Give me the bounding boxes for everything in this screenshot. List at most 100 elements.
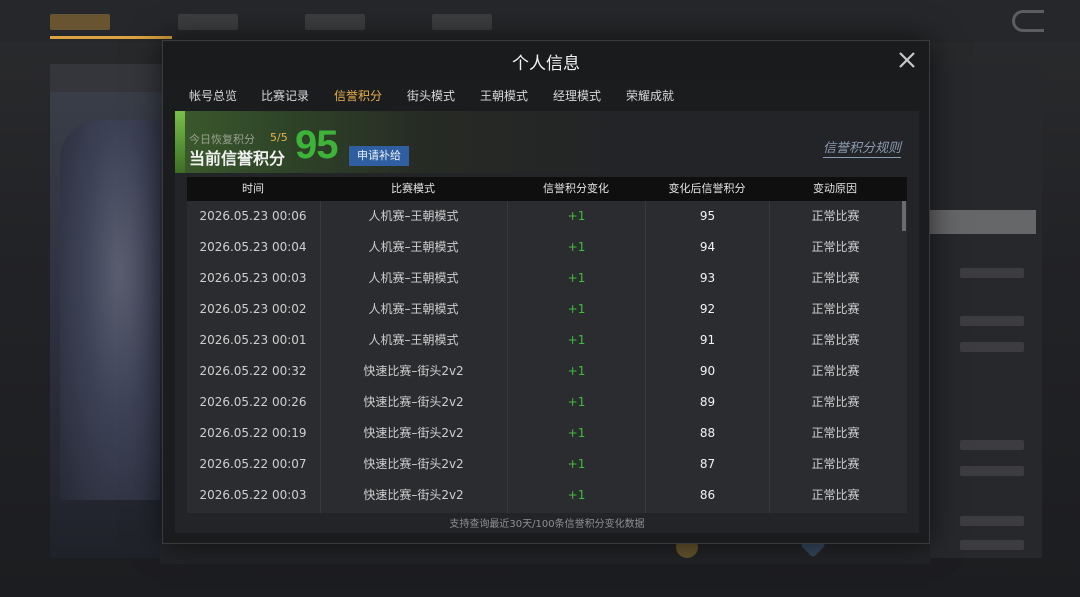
tab-manager-mode[interactable]: 经理模式 <box>553 85 601 111</box>
table-row: 2026.05.22 00:07 快速比赛–街头2v2 +1 87 正常比赛 <box>187 449 901 480</box>
cell-reason: 正常比赛 <box>811 333 860 347</box>
cell-mode: 快速比赛–街头2v2 <box>363 457 464 471</box>
table-row: 2026.05.23 00:04 人机赛–王朝模式 +1 94 正常比赛 <box>187 232 901 263</box>
cell-change: +1 <box>567 333 586 347</box>
cell-mode: 快速比赛–街头2v2 <box>363 395 464 409</box>
cell-change: +1 <box>567 364 586 378</box>
header-change: 信誉积分变化 <box>543 182 609 195</box>
cell-mode: 快速比赛–街头2v2 <box>363 364 464 378</box>
cell-time: 2026.05.22 00:07 <box>199 457 307 471</box>
table-header: 时间 比赛模式 信誉积分变化 变化后信誉积分 变动原因 <box>187 177 907 201</box>
tab-match-records[interactable]: 比赛记录 <box>261 85 309 111</box>
apply-supply-button[interactable]: 申请补给 <box>349 146 409 166</box>
header-mode: 比赛模式 <box>391 182 435 195</box>
background-value <box>960 440 1024 450</box>
table-row: 2026.05.23 00:02 人机赛–王朝模式 +1 92 正常比赛 <box>187 294 901 325</box>
cell-change: +1 <box>567 395 586 409</box>
cell-time: 2026.05.23 00:01 <box>199 333 307 347</box>
cell-mode: 人机赛–王朝模式 <box>368 240 459 254</box>
credit-banner: 今日恢复积分 5/5 当前信誉积分 95 申请补给 信誉积分规则 <box>175 111 919 173</box>
background-left-header <box>50 64 162 92</box>
personal-info-modal: 个人信息 帐号总览 比赛记录 信誉积分 街头模式 王朝模式 经理模式 荣耀成就 … <box>162 40 930 544</box>
cell-reason: 正常比赛 <box>811 457 860 471</box>
background-right-panel <box>930 64 1042 558</box>
cell-after-score: 93 <box>699 271 716 285</box>
background-tab <box>305 14 365 30</box>
background-tab-underline <box>50 36 172 39</box>
cell-mode: 人机赛–王朝模式 <box>368 302 459 316</box>
cell-time: 2026.05.22 00:32 <box>199 364 307 378</box>
background-value <box>960 342 1024 352</box>
cell-change: +1 <box>567 457 586 471</box>
cell-reason: 正常比赛 <box>811 364 860 378</box>
cell-mode: 人机赛–王朝模式 <box>368 271 459 285</box>
cell-time: 2026.05.23 00:04 <box>199 240 307 254</box>
cell-time: 2026.05.22 00:03 <box>199 488 307 502</box>
cell-reason: 正常比赛 <box>811 209 860 223</box>
cell-reason: 正常比赛 <box>811 240 860 254</box>
cell-after-score: 88 <box>699 426 716 440</box>
modal-title: 个人信息 <box>512 54 580 74</box>
tab-account-overview[interactable]: 帐号总览 <box>189 85 237 111</box>
close-button[interactable] <box>898 51 916 69</box>
cell-time: 2026.05.23 00:03 <box>199 271 307 285</box>
credit-history-table: 2026.05.23 00:06 人机赛–王朝模式 +1 95 正常比赛 2026.05.… <box>187 201 907 513</box>
cell-change: +1 <box>567 271 586 285</box>
background-value <box>960 316 1024 326</box>
tab-dynasty-mode[interactable]: 王朝模式 <box>480 85 528 111</box>
cell-time: 2026.05.23 00:06 <box>199 209 307 223</box>
back-arrow-icon <box>1012 10 1044 32</box>
background-value <box>960 466 1024 476</box>
header-reason: 变动原因 <box>813 182 857 195</box>
cell-change: +1 <box>567 426 586 440</box>
tab-credit-score[interactable]: 信誉积分 <box>327 85 389 113</box>
cell-reason: 正常比赛 <box>811 395 860 409</box>
table-row: 2026.05.22 00:32 快速比赛–街头2v2 +1 90 正常比赛 <box>187 356 901 387</box>
cell-after-score: 90 <box>699 364 716 378</box>
banner-accent-stripe <box>175 111 185 173</box>
cell-time: 2026.05.22 00:19 <box>199 426 307 440</box>
table-row: 2026.05.22 00:19 快速比赛–街头2v2 +1 88 正常比赛 <box>187 418 901 449</box>
cell-after-score: 92 <box>699 302 716 316</box>
table-row: 2026.05.23 00:01 人机赛–王朝模式 +1 91 正常比赛 <box>187 325 901 356</box>
background-player-image <box>60 120 160 500</box>
query-limit-note: 支持查询最近30天/100条信誉积分变化数据 <box>449 519 645 530</box>
cell-time: 2026.05.23 00:02 <box>199 302 307 316</box>
current-credit-score: 95 <box>295 123 338 167</box>
cell-after-score: 89 <box>699 395 716 409</box>
table-row: 2026.05.23 00:03 人机赛–王朝模式 +1 93 正常比赛 <box>187 263 901 294</box>
credit-rules-link[interactable]: 信誉积分规则 <box>823 141 902 158</box>
cell-mode: 人机赛–王朝模式 <box>368 333 459 347</box>
background-value <box>960 540 1024 550</box>
background-tab <box>432 14 492 30</box>
tab-street-mode[interactable]: 街头模式 <box>407 85 455 111</box>
tab-honor-achievements[interactable]: 荣耀成就 <box>626 85 674 111</box>
scrollbar-thumb[interactable] <box>902 201 906 231</box>
cell-after-score: 95 <box>699 209 716 223</box>
current-credit-label: 当前信誉积分 <box>189 149 286 168</box>
cell-change: +1 <box>567 240 586 254</box>
cell-after-score: 87 <box>699 457 716 471</box>
table-row: 2026.05.22 00:03 快速比赛–街头2v2 +1 86 正常比赛 <box>187 480 901 511</box>
credit-score-panel: 今日恢复积分 5/5 当前信誉积分 95 申请补给 信誉积分规则 时间 比赛模式… <box>175 111 919 533</box>
header-time: 时间 <box>242 182 264 195</box>
cell-reason: 正常比赛 <box>811 426 860 440</box>
background-value <box>960 268 1024 278</box>
background-tab <box>50 14 110 30</box>
cell-reason: 正常比赛 <box>811 271 860 285</box>
cell-mode: 快速比赛–街头2v2 <box>363 426 464 440</box>
table-scrollbar[interactable] <box>901 201 907 513</box>
background-highlight-row <box>930 210 1036 234</box>
modal-header: 个人信息 <box>163 41 929 79</box>
background-tab <box>178 14 238 30</box>
cell-reason: 正常比赛 <box>811 302 860 316</box>
close-icon <box>899 52 915 68</box>
cell-change: +1 <box>567 302 586 316</box>
background-value <box>960 516 1024 526</box>
cell-change: +1 <box>567 209 586 223</box>
cell-mode: 人机赛–王朝模式 <box>368 209 459 223</box>
table-row: 2026.05.23 00:06 人机赛–王朝模式 +1 95 正常比赛 <box>187 201 901 232</box>
header-after: 变化后信誉积分 <box>668 182 746 195</box>
cell-after-score: 86 <box>699 488 716 502</box>
cell-reason: 正常比赛 <box>811 488 860 502</box>
